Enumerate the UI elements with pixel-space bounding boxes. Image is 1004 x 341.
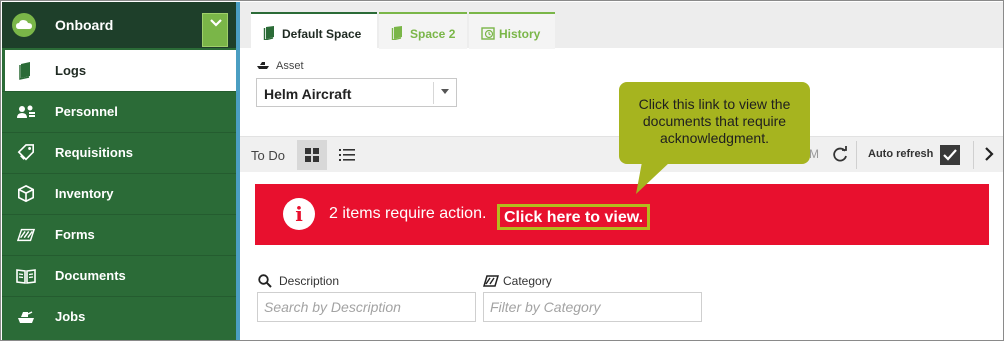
callout-text: Click this link to view the documents th…	[638, 96, 791, 146]
app-title: Onboard	[55, 17, 114, 33]
list-icon	[339, 149, 355, 161]
auto-refresh-checkbox[interactable]	[940, 145, 960, 165]
tab-label: Default Space	[282, 27, 362, 41]
book-icon	[19, 62, 30, 80]
tab-label: Space 2	[410, 27, 456, 41]
sidebar-item-label: Logs	[55, 63, 87, 78]
stack-icon	[483, 275, 499, 287]
history-icon	[481, 27, 495, 40]
sidebar-item-label: Requisitions	[55, 145, 134, 160]
auto-refresh-label: Auto refresh	[868, 148, 934, 160]
info-icon: i	[283, 198, 315, 230]
tab-default-space[interactable]: Default Space	[251, 12, 377, 49]
view-items-link[interactable]: Click here to view.	[497, 204, 651, 230]
sidebar-item-requisitions[interactable]: Requisitions	[2, 132, 236, 173]
main-content: Default Space Space 2 History Asset Helm…	[240, 2, 1003, 340]
aircraft-icon	[257, 62, 269, 69]
cloud-logo-icon	[12, 13, 36, 37]
tab-history[interactable]: History	[469, 12, 555, 49]
open-book-icon	[16, 269, 36, 284]
truncated-toolbar-text: M	[809, 147, 819, 161]
sidebar-item-personnel[interactable]: Personnel	[2, 91, 236, 132]
sidebar-item-documents[interactable]: Documents	[2, 255, 236, 296]
screenshot-frame: Onboard Logs Personnel Requisitions Inve…	[0, 0, 1004, 341]
tab-space-2[interactable]: Space 2	[379, 12, 467, 49]
refresh-button[interactable]	[830, 145, 850, 165]
checkmark-icon	[943, 149, 957, 161]
cube-icon	[17, 185, 35, 203]
sidebar-item-label: Inventory	[55, 186, 114, 201]
app-header: Onboard	[2, 2, 236, 48]
tab-label: History	[499, 27, 541, 41]
asset-select[interactable]: Helm Aircraft	[256, 78, 457, 107]
callout-pointer	[636, 162, 670, 194]
caret-down-icon	[441, 89, 449, 94]
alert-message: 2 items require action.	[329, 205, 487, 222]
users-icon	[17, 105, 35, 118]
sidebar-item-jobs[interactable]: Jobs	[2, 296, 236, 337]
action-alert: i 2 items require action. Click here to …	[255, 184, 989, 245]
chevron-right-icon[interactable]	[984, 147, 994, 161]
sidebar-item-forms[interactable]: Forms	[2, 214, 236, 255]
sidebar-item-label: Jobs	[55, 309, 86, 324]
search-icon	[258, 274, 272, 288]
asset-label: Asset	[276, 60, 304, 72]
list-view-button[interactable]	[335, 140, 359, 170]
job-icon	[18, 311, 34, 323]
description-search-input[interactable]	[257, 292, 476, 322]
sidebar-item-label: Documents	[55, 268, 126, 283]
sidebar-item-label: Personnel	[55, 104, 118, 119]
chevron-down-icon	[210, 19, 222, 27]
sidebar: Onboard Logs Personnel Requisitions Inve…	[2, 2, 236, 340]
todo-label: To Do	[251, 148, 285, 163]
book-icon	[391, 26, 402, 40]
description-filter-label: Description	[279, 274, 340, 288]
category-filter-input[interactable]	[483, 292, 702, 322]
sidebar-item-label: Forms	[55, 227, 95, 242]
category-filter-label: Category	[503, 274, 552, 288]
sidebar-item-logs[interactable]: Logs	[2, 50, 236, 91]
app-menu-toggle[interactable]	[202, 13, 228, 47]
stack-icon	[16, 228, 36, 242]
sidebar-item-inventory[interactable]: Inventory	[2, 173, 236, 214]
tag-icon	[17, 144, 35, 161]
instruction-callout: Click this link to view the documents th…	[619, 82, 810, 164]
book-icon	[263, 26, 274, 40]
asset-select-value: Helm Aircraft	[264, 86, 352, 102]
grid-view-button[interactable]	[297, 140, 327, 170]
grid-icon	[305, 148, 319, 162]
